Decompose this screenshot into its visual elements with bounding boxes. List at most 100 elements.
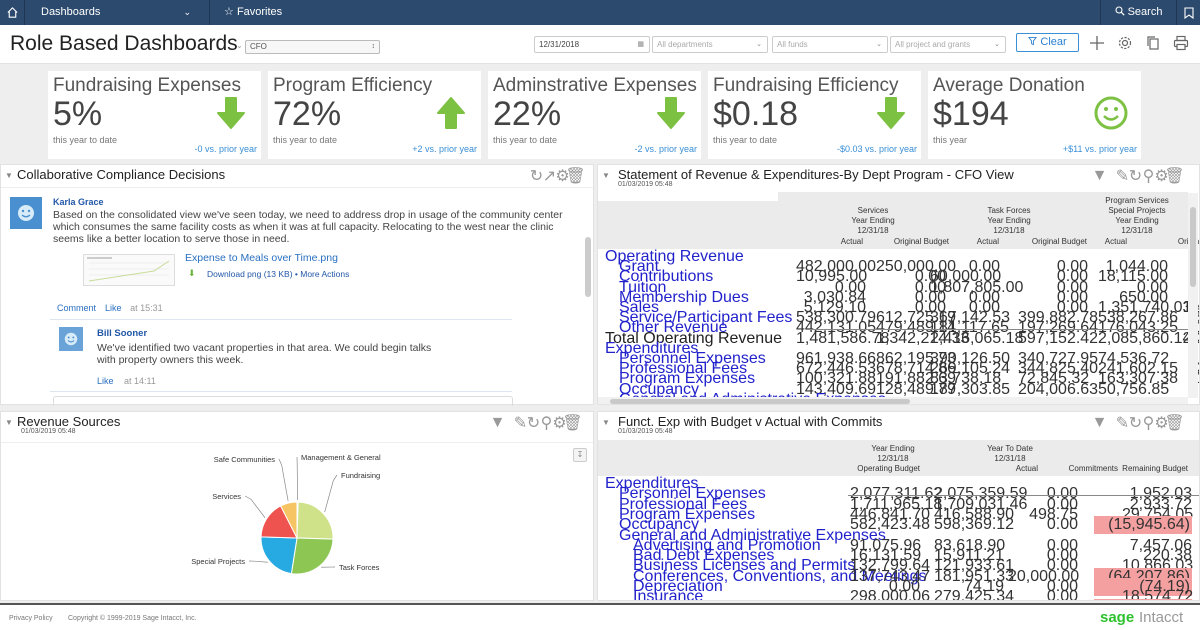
column-group-services: Services Year Ending 12/31/18 [828,206,918,236]
favorites-menu[interactable]: ☆ Favorites [224,0,282,25]
attachment-name[interactable]: Expense to Meals over Time.png [185,252,338,264]
more-actions-link[interactable]: More Actions [300,269,349,279]
comment-link[interactable]: Comment [57,303,96,313]
comment-input[interactable] [53,396,513,406]
collapse-toggle-icon[interactable]: ▼ [602,171,610,180]
trash-icon[interactable]: 🗑 [562,415,582,432]
column-header[interactable]: Actual [823,237,863,247]
kpi-card-program-efficiency[interactable]: Program Efficiency 72% this year to date… [268,71,481,159]
magnifier-icon[interactable]: ⚲ [1143,415,1155,432]
filter-icon[interactable]: ▼ [1092,414,1108,431]
settings-button[interactable] [1115,33,1135,53]
refresh-icon[interactable]: ↻ [527,415,540,432]
kpi-subtitle: this year to date [713,135,778,145]
pencil-icon[interactable]: ✎ [514,415,527,432]
refresh-icon[interactable]: ↻ [1129,415,1142,432]
collapse-toggle-icon[interactable]: ▼ [5,171,13,180]
date-field[interactable]: 12/31/2018 ▦ [534,36,650,53]
refresh-icon[interactable]: ↻ [530,168,543,185]
filter-icon[interactable]: ▼ [490,414,506,431]
clear-filters-button[interactable]: Clear [1016,33,1079,52]
departments-placeholder: All departments [657,40,713,49]
column-header[interactable]: Original Budget [1017,237,1087,247]
download-link[interactable]: Download png (13 KB) [207,269,293,279]
pencil-icon[interactable]: ✎ [1116,168,1129,185]
print-icon [1173,35,1189,51]
column-header[interactable]: Actual [948,464,1038,474]
like-link[interactable]: Like [105,303,122,313]
scrollbar-thumb[interactable] [610,399,910,404]
filter-icon[interactable]: ▼ [1092,167,1108,184]
home-button[interactable] [0,0,25,25]
download-icon: ⬇ [188,268,196,278]
panel-timestamp: 01/03/2019 05:48 [21,428,76,435]
avatar[interactable] [10,197,42,229]
attachment-thumbnail[interactable] [83,254,175,286]
trash-icon[interactable]: 🗑 [1164,168,1184,185]
refresh-icon[interactable]: ↻ [1129,168,1142,185]
bookmark-button[interactable] [1176,0,1200,25]
copy-button[interactable] [1143,33,1163,53]
departments-select[interactable]: All departments ⌄ [652,36,768,53]
chevron-down-icon[interactable]: ⌄ [236,41,243,50]
magnifier-icon[interactable]: ⚲ [541,415,553,432]
pie-slice-fundraising[interactable] [296,501,334,540]
add-button[interactable] [1087,33,1107,53]
search-button[interactable]: Search [1100,0,1176,25]
table-row: Conferences, Conventions, and Meetings 13… [598,567,1199,586]
column-header[interactable]: Actual [959,237,999,247]
role-select[interactable]: CFO ↕ [245,40,380,54]
functional-expenses-panel: ▼ Funct. Exp with Budget v Actual with C… [597,411,1200,601]
column-header[interactable]: Actual [1087,237,1127,247]
kpi-card-average-donation[interactable]: Average Donation $194 this year +$11 vs.… [928,71,1141,159]
post-author[interactable]: Karla Grace [53,197,104,207]
kpi-card-fundraising-expenses[interactable]: Fundraising Expenses 5% this year to dat… [48,71,261,159]
group-line: 12/31/18 [857,226,889,235]
dashboards-menu[interactable]: Dashboards ⌄ [25,0,210,25]
arrow-down-icon [657,97,685,129]
external-link-icon[interactable]: ↗ [543,168,556,185]
row-label[interactable]: Miscellaneous Expense [633,599,801,600]
projects-select[interactable]: All project and grants ⌄ [890,36,1006,53]
trash-icon[interactable]: 🗑 [565,168,585,185]
scrollbar[interactable] [585,237,591,297]
group-line: Year Ending [1115,216,1159,225]
kpi-value: $0.18 [713,95,799,133]
magnifier-icon[interactable]: ⚲ [1143,168,1155,185]
kpi-title: Fundraising Efficiency [713,75,899,96]
pencil-icon[interactable]: ✎ [1116,415,1129,432]
group-line: 12/31/18 [1121,226,1153,235]
calendar-icon[interactable]: ▦ [637,37,644,52]
kpi-delta: +$11 vs. prior year [1062,144,1137,154]
chevron-down-icon: ⌄ [876,41,882,48]
arrow-down-icon [877,97,905,129]
avatar[interactable] [59,327,83,351]
table-row: Personnel Expenses 961,938.66 862,195.73 39… [598,350,1188,367]
pie-slice-special-projects[interactable] [260,536,298,575]
table-row: Program Expenses 446,841.70 416,588.90 498.… [598,506,1199,523]
kpi-value: 72% [273,95,342,133]
column-group-task-forces: Task Forces Year Ending 12/31/18 [964,206,1054,236]
pie-label: Task Forces [339,563,380,572]
column-group-year-to-date: Year To Date 12/31/18 [970,444,1050,464]
print-button[interactable] [1171,33,1191,53]
vertical-scrollbar[interactable] [1188,193,1198,398]
page-header: Role Based Dashboards ⌄ CFO ↕ 12/31/2018… [0,25,1200,64]
column-header[interactable]: Original Budget [879,237,949,247]
funds-select[interactable]: All funds ⌄ [772,36,888,53]
role-select-value: CFO [250,42,267,51]
trash-icon[interactable]: 🗑 [1164,415,1184,432]
column-header[interactable]: Operating Budget [830,464,920,474]
privacy-policy-link[interactable]: Privacy Policy [9,615,53,622]
pie-slice-task-forces[interactable] [290,537,334,575]
kpi-card-administrative-expenses[interactable]: Adminstrative Expenses 22% this year to … [488,71,701,159]
column-header[interactable]: Remaining Budget [1098,464,1188,474]
scrollbar-thumb[interactable] [1190,207,1196,287]
like-link[interactable]: Like [97,376,114,386]
reply-author[interactable]: Bill Sooner [97,328,147,339]
collapse-toggle-icon[interactable]: ▼ [5,418,13,427]
collapse-toggle-icon[interactable]: ▼ [602,418,610,427]
kpi-card-fundraising-efficiency[interactable]: Fundraising Efficiency $0.18 this year t… [708,71,921,159]
horizontal-scrollbar[interactable] [598,397,1188,404]
total-rule [806,328,1188,330]
